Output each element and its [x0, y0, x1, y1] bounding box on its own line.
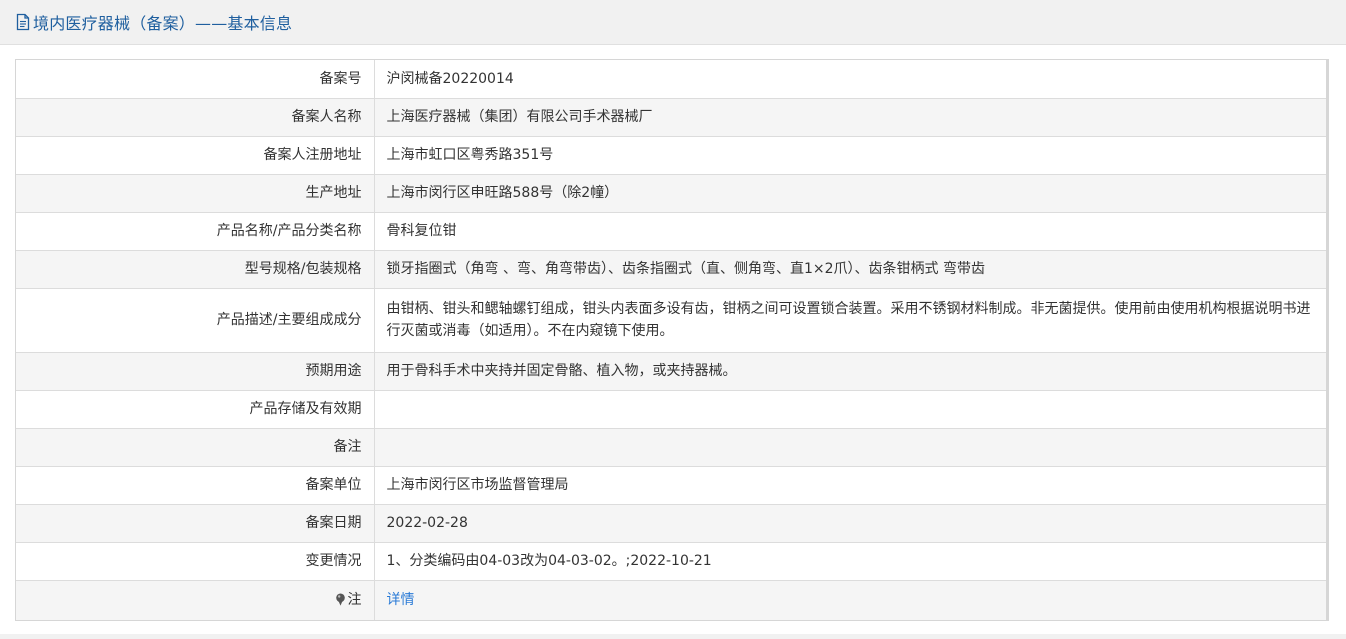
table-row: 预期用途 用于骨科手术中夹持并固定骨骼、植入物，或夹持器械。 — [16, 352, 1326, 391]
row-label: 生产地址 — [16, 174, 375, 213]
bottom-bar — [0, 634, 1346, 639]
table-row: 产品存储及有效期 — [16, 390, 1326, 429]
row-value: 由钳柄、钳头和鳃轴螺钉组成，钳头内表面多设有齿，钳柄之间可设置锁合装置。采用不锈… — [374, 288, 1326, 353]
details-link[interactable]: 详情 — [387, 592, 415, 608]
row-value — [374, 390, 1326, 429]
page-header: 境内医疗器械（备案）——基本信息 — [0, 0, 1346, 45]
row-value: 沪闵械备20220014 — [374, 60, 1326, 99]
table-row: 备案单位 上海市闵行区市场监督管理局 — [16, 466, 1326, 505]
row-label: 变更情况 — [16, 542, 375, 581]
note-label-text: 注 — [347, 592, 362, 609]
info-table: 备案号 沪闵械备20220014 备案人名称 上海医疗器械（集团）有限公司手术器… — [15, 59, 1329, 621]
row-label: 产品描述/主要组成成分 — [16, 288, 375, 353]
table-row: 备案日期 2022-02-28 — [16, 504, 1326, 543]
row-label: 备案日期 — [16, 504, 375, 543]
row-value: 骨科复位钳 — [374, 212, 1326, 251]
row-label: 备案单位 — [16, 466, 375, 505]
row-label: 型号规格/包装规格 — [16, 250, 375, 289]
table-row: 备注 — [16, 428, 1326, 467]
row-value: 用于骨科手术中夹持并固定骨骼、植入物，或夹持器械。 — [374, 352, 1326, 391]
table-row: 型号规格/包装规格 锁牙指圈式（角弯 、弯、角弯带齿）、齿条指圈式（直、侧角弯、… — [16, 250, 1326, 289]
table-row: 产品描述/主要组成成分 由钳柄、钳头和鳃轴螺钉组成，钳头内表面多设有齿，钳柄之间… — [16, 288, 1326, 353]
row-label: 产品名称/产品分类名称 — [16, 212, 375, 251]
page-title: 境内医疗器械（备案）——基本信息 — [33, 14, 293, 33]
note-row: 注 详情 — [16, 580, 1326, 620]
pin-icon — [335, 593, 345, 606]
row-label: 预期用途 — [16, 352, 375, 391]
row-label: 产品存储及有效期 — [16, 390, 375, 429]
row-label: 备案人注册地址 — [16, 136, 375, 175]
table-row: 产品名称/产品分类名称 骨科复位钳 — [16, 212, 1326, 251]
table-row: 备案号 沪闵械备20220014 — [16, 60, 1326, 99]
document-icon — [16, 13, 30, 31]
table-row: 备案人名称 上海医疗器械（集团）有限公司手术器械厂 — [16, 98, 1326, 137]
row-value: 上海市闵行区申旺路588号（除2幢） — [374, 174, 1326, 213]
row-label: 备案人名称 — [16, 98, 375, 137]
table-row: 备案人注册地址 上海市虹口区粤秀路351号 — [16, 136, 1326, 175]
row-value: 锁牙指圈式（角弯 、弯、角弯带齿）、齿条指圈式（直、侧角弯、直1×2爪）、齿条钳… — [374, 250, 1326, 289]
row-value: 2022-02-28 — [374, 504, 1326, 543]
table-row: 变更情况 1、分类编码由04-03改为04-03-02。;2022-10-21 — [16, 542, 1326, 581]
row-value — [374, 428, 1326, 467]
row-label: 备注 — [16, 428, 375, 467]
row-value: 上海市虹口区粤秀路351号 — [374, 136, 1326, 175]
note-label: 注 — [16, 580, 375, 620]
row-value: 上海医疗器械（集团）有限公司手术器械厂 — [374, 98, 1326, 137]
note-value: 详情 — [374, 580, 1326, 620]
row-value: 上海市闵行区市场监督管理局 — [374, 466, 1326, 505]
row-value: 1、分类编码由04-03改为04-03-02。;2022-10-21 — [374, 542, 1326, 581]
table-row: 生产地址 上海市闵行区申旺路588号（除2幢） — [16, 174, 1326, 213]
row-label: 备案号 — [16, 60, 375, 99]
